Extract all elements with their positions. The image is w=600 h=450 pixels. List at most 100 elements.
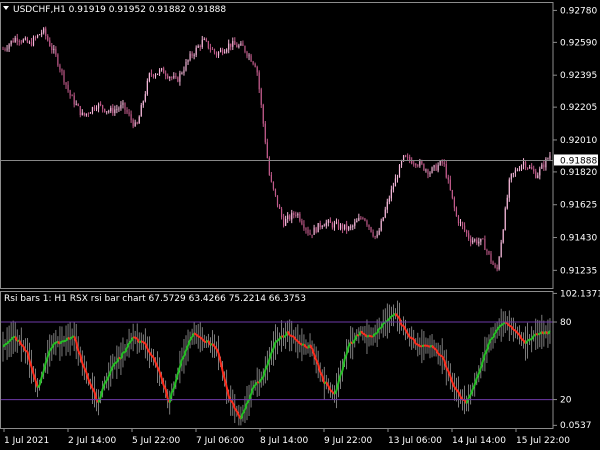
- price-candle-body: [541, 164, 543, 169]
- price-candle-body: [75, 103, 77, 105]
- price-candle-body: [356, 220, 358, 223]
- price-candle-body: [126, 109, 128, 113]
- price-candle-body: [79, 106, 81, 116]
- rsx-segment: [276, 338, 281, 342]
- price-candle-body: [219, 49, 222, 53]
- price-candle-body: [415, 163, 417, 166]
- price-candle-body: [95, 108, 98, 110]
- price-candle-body: [478, 241, 480, 244]
- price-candle-body: [134, 122, 136, 127]
- price-candle-body: [264, 123, 266, 143]
- rsx-segment: [490, 336, 494, 340]
- rsx-segment: [508, 324, 512, 328]
- rsx-segment: [199, 336, 203, 340]
- price-candle-body: [83, 112, 85, 116]
- rsx-segment: [134, 336, 138, 340]
- price-candle-body: [203, 39, 205, 40]
- price-candle-body: [20, 41, 22, 43]
- price-candle-body: [423, 163, 425, 171]
- indicator-tick-label: 0.0537: [560, 421, 592, 431]
- price-candle-body: [348, 226, 350, 230]
- rsx-segment: [437, 352, 441, 357]
- price-candle-body: [108, 111, 110, 113]
- price-candle-body: [311, 234, 313, 236]
- price-candle-body: [77, 103, 79, 107]
- rsx-segment: [8, 338, 12, 343]
- price-candle-body: [34, 37, 37, 39]
- price-tick-label: 0.92590: [560, 38, 597, 48]
- price-candle-body: [435, 165, 437, 171]
- price-candle-body: [319, 223, 321, 228]
- price-candle-body: [431, 167, 433, 173]
- price-candle-body: [61, 69, 63, 72]
- price-candle-body: [81, 112, 83, 116]
- price-candle-body: [140, 105, 142, 117]
- price-candle-body: [158, 70, 161, 74]
- price-candle-body: [480, 238, 482, 242]
- price-tick-label: 0.92395: [560, 71, 597, 81]
- price-candle-body: [297, 213, 299, 216]
- price-candle-body: [339, 224, 342, 229]
- price-candle-body: [445, 163, 447, 178]
- price-candle-body: [189, 53, 191, 60]
- price-candle-body: [36, 34, 39, 38]
- trading-chart-window[interactable]: 0.92780 0.92590 0.92395 0.92205 0.92010 0.918…: [0, 0, 600, 450]
- price-candle-body: [409, 156, 411, 161]
- price-candle-body: [352, 225, 354, 227]
- price-candle-body: [152, 74, 155, 77]
- price-candle-body: [102, 105, 104, 109]
- price-candle-body: [14, 37, 16, 43]
- price-candle-body: [398, 165, 401, 178]
- price-candle-body: [498, 257, 500, 270]
- price-candle-body: [307, 229, 309, 234]
- price-candle-body: [295, 215, 297, 216]
- price-candle-body: [537, 175, 539, 178]
- rsx-segment: [411, 337, 415, 340]
- rsx-segment: [140, 340, 144, 344]
- rsx-segment: [53, 341, 57, 345]
- price-candle-body: [55, 48, 57, 55]
- price-candle-body: [358, 217, 360, 221]
- price-candle-body: [283, 217, 285, 226]
- price-candle-body: [39, 34, 41, 36]
- price-candle-body: [421, 161, 423, 164]
- price-candle-body: [167, 75, 169, 79]
- price-candle-body: [280, 208, 283, 218]
- price-candle-body: [360, 217, 362, 219]
- rsx-segment: [299, 342, 303, 346]
- price-candle-body: [388, 198, 390, 202]
- price-candle-body: [199, 46, 201, 48]
- price-candle-body: [518, 169, 521, 171]
- price-candle-body: [443, 162, 445, 164]
- rsx-segment: [366, 334, 370, 338]
- price-candle-body: [405, 155, 407, 157]
- price-candle-body: [368, 224, 370, 228]
- price-candle-body: [45, 28, 47, 37]
- price-candle-body: [258, 72, 260, 90]
- time-tick-label: 9 Jul 22:00: [324, 436, 373, 446]
- price-candle-body: [213, 49, 216, 53]
- price-candle-body: [195, 47, 197, 55]
- rsx-segment: [439, 354, 443, 358]
- price-candle-body: [85, 113, 87, 116]
- price-candle-body: [222, 49, 224, 54]
- price-candle-body: [285, 218, 287, 226]
- rsx-segment: [4, 342, 8, 346]
- price-candle-body: [293, 212, 295, 216]
- price-candle-body: [539, 168, 541, 176]
- price-candle-body: [374, 236, 376, 237]
- price-candle-body: [16, 37, 18, 42]
- price-candle-body: [317, 223, 319, 233]
- price-candle-body: [529, 167, 531, 169]
- price-candle-body: [291, 212, 293, 220]
- price-candle-body: [262, 104, 264, 124]
- price-candle-body: [488, 251, 490, 254]
- price-candle-body: [372, 231, 374, 237]
- price-candle-body: [47, 36, 49, 41]
- price-candle-body: [362, 218, 364, 220]
- price-candle-body: [122, 102, 124, 105]
- price-candle-body: [244, 45, 246, 52]
- price-candle-body: [289, 215, 291, 220]
- price-candle-body: [376, 234, 378, 237]
- time-tick-label: 13 Jul 06:00: [388, 436, 442, 446]
